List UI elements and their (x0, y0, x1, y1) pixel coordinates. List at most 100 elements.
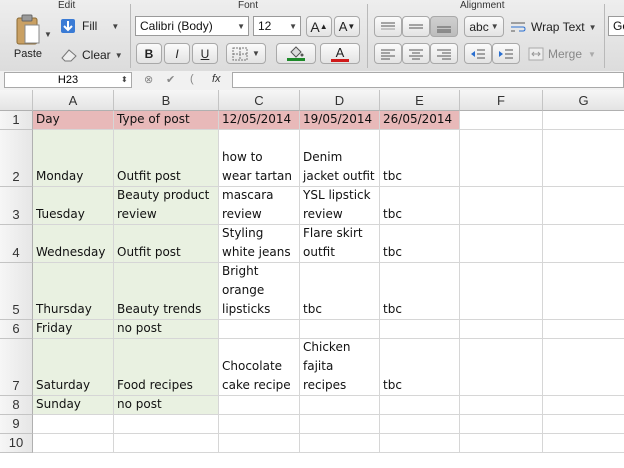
cell-g6[interactable] (543, 320, 624, 339)
bold-button[interactable]: B (136, 43, 162, 64)
row-header-4[interactable]: 4 (0, 225, 33, 263)
cell-e2[interactable]: tbc (380, 130, 460, 187)
cell-c9[interactable] (219, 415, 300, 434)
confirm-icon[interactable]: ✔ (166, 73, 175, 86)
paste-dropdown-arrow-icon[interactable]: ▼ (44, 30, 52, 39)
row-header-1[interactable]: 1 (0, 111, 33, 130)
cell-b8[interactable]: no post (114, 396, 219, 415)
column-header-g[interactable]: G (543, 90, 624, 111)
cell-c4[interactable]: Styling white jeans (219, 225, 300, 263)
cell-g10[interactable] (543, 434, 624, 453)
cell-d5[interactable]: tbc (300, 263, 380, 320)
cell-b3[interactable]: Beauty product review (114, 187, 219, 225)
shrink-font-button[interactable]: A ▼ (334, 16, 360, 37)
cell-a5[interactable]: Thursday (33, 263, 114, 320)
row-header-3[interactable]: 3 (0, 187, 33, 225)
cell-d4[interactable]: Flare skirt outfit (300, 225, 380, 263)
merge-button[interactable]: Merge ▼ (528, 45, 596, 63)
cell-c7[interactable]: Chocolate cake recipe (219, 339, 300, 396)
fill-button[interactable]: Fill ▼ (60, 17, 119, 35)
wrap-text-button[interactable]: Wrap Text ▼ (510, 18, 597, 36)
cell-d10[interactable] (300, 434, 380, 453)
underline-button[interactable]: U (192, 43, 218, 64)
cell-b9[interactable] (114, 415, 219, 434)
cell-g8[interactable] (543, 396, 624, 415)
align-right-button[interactable] (430, 43, 458, 64)
cell-d7[interactable]: Chicken fajita recipes (300, 339, 380, 396)
font-size-select[interactable]: 12 ▼ (253, 16, 301, 36)
cell-e10[interactable] (380, 434, 460, 453)
cell-d6[interactable] (300, 320, 380, 339)
spreadsheet-grid[interactable]: A B C D E F G 1 Day Type of post 12/05/2014 19/05/2… (0, 90, 624, 468)
italic-button[interactable]: I (164, 43, 190, 64)
cell-f5[interactable] (460, 263, 543, 320)
cell-c8[interactable] (219, 396, 300, 415)
column-header-e[interactable]: E (380, 90, 460, 111)
function-icon[interactable]: fx (212, 73, 221, 85)
cell-g3[interactable] (543, 187, 624, 225)
decrease-indent-button[interactable] (464, 43, 492, 64)
align-bottom-button[interactable] (430, 16, 458, 37)
cell-a8[interactable]: Sunday (33, 396, 114, 415)
cell-e1[interactable]: 26/05/2014 (380, 111, 460, 130)
column-header-f[interactable]: F (460, 90, 543, 111)
formula-input[interactable] (232, 72, 624, 88)
row-header-10[interactable]: 10 (0, 434, 33, 453)
cell-g4[interactable] (543, 225, 624, 263)
cell-a2[interactable]: Monday (33, 130, 114, 187)
cell-a7[interactable]: Saturday (33, 339, 114, 396)
cell-f3[interactable] (460, 187, 543, 225)
cell-a1[interactable]: Day (33, 111, 114, 130)
cell-b5[interactable]: Beauty trends (114, 263, 219, 320)
cell-a3[interactable]: Tuesday (33, 187, 114, 225)
clear-button[interactable]: Clear ▼ (60, 46, 123, 64)
row-header-6[interactable]: 6 (0, 320, 33, 339)
cell-f6[interactable] (460, 320, 543, 339)
cell-e8[interactable] (380, 396, 460, 415)
column-header-a[interactable]: A (33, 90, 114, 111)
column-header-c[interactable]: C (219, 90, 300, 111)
cell-d1[interactable]: 19/05/2014 (300, 111, 380, 130)
cell-g2[interactable] (543, 130, 624, 187)
cell-e3[interactable]: tbc (380, 187, 460, 225)
row-header-5[interactable]: 5 (0, 263, 33, 320)
cell-f1[interactable] (460, 111, 543, 130)
cell-g5[interactable] (543, 263, 624, 320)
cancel-icon[interactable]: ⊗ (144, 73, 153, 86)
cell-b4[interactable]: Outfit post (114, 225, 219, 263)
align-center-button[interactable] (402, 43, 430, 64)
cell-b1[interactable]: Type of post (114, 111, 219, 130)
cell-d8[interactable] (300, 396, 380, 415)
name-box[interactable]: H23 (4, 72, 132, 88)
row-header-7[interactable]: 7 (0, 339, 33, 396)
align-left-button[interactable] (374, 43, 402, 64)
cell-f9[interactable] (460, 415, 543, 434)
cell-g1[interactable] (543, 111, 624, 130)
cell-a4[interactable]: Wednesday (33, 225, 114, 263)
cell-d9[interactable] (300, 415, 380, 434)
cell-b6[interactable]: no post (114, 320, 219, 339)
cell-f10[interactable] (460, 434, 543, 453)
cell-e9[interactable] (380, 415, 460, 434)
cell-a9[interactable] (33, 415, 114, 434)
cell-d2[interactable]: Denim jacket outfit (300, 130, 380, 187)
cell-f2[interactable] (460, 130, 543, 187)
row-header-8[interactable]: 8 (0, 396, 33, 415)
cell-f8[interactable] (460, 396, 543, 415)
grow-font-button[interactable]: A ▲ (306, 16, 332, 37)
cell-b2[interactable]: Outfit post (114, 130, 219, 187)
cell-c1[interactable]: 12/05/2014 (219, 111, 300, 130)
cell-e4[interactable]: tbc (380, 225, 460, 263)
cell-d3[interactable]: YSL lipstick review (300, 187, 380, 225)
cell-b7[interactable]: Food recipes (114, 339, 219, 396)
cell-c10[interactable] (219, 434, 300, 453)
row-header-2[interactable]: 2 (0, 130, 33, 187)
cell-c2[interactable]: how to wear tartan (219, 130, 300, 187)
align-top-button[interactable] (374, 16, 402, 37)
row-header-9[interactable]: 9 (0, 415, 33, 434)
cell-f4[interactable] (460, 225, 543, 263)
borders-button[interactable]: ▼ (226, 43, 266, 64)
select-all-corner[interactable] (0, 90, 33, 111)
font-color-button[interactable]: A (320, 43, 360, 64)
cell-g9[interactable] (543, 415, 624, 434)
